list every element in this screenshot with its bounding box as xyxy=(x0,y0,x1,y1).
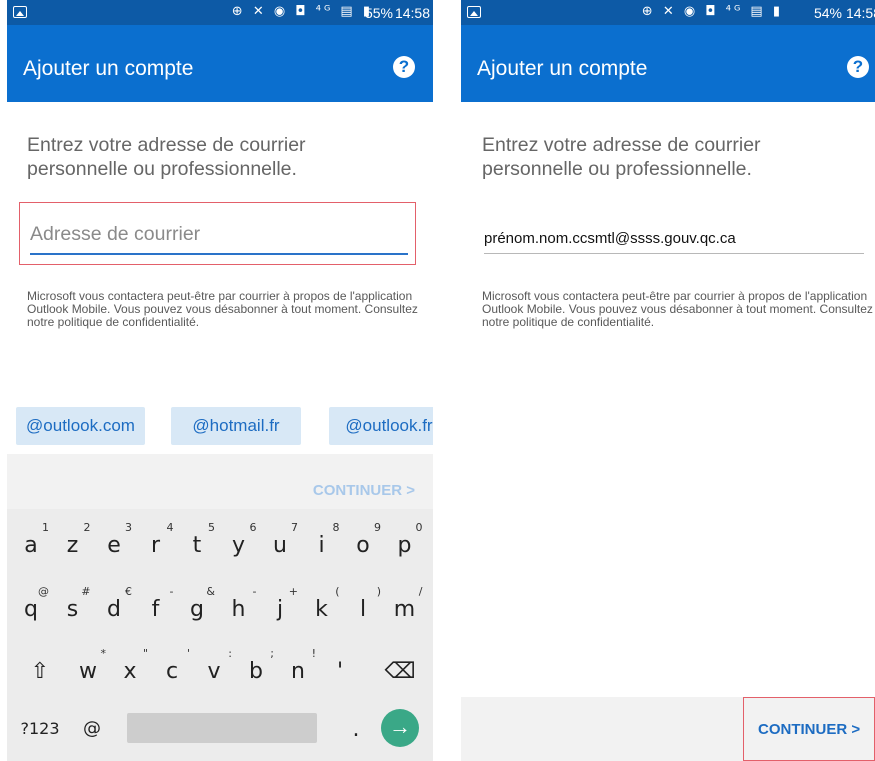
gallery-notification-icon xyxy=(13,6,27,18)
backspace-icon[interactable]: ⌫ xyxy=(381,647,419,693)
at-key[interactable]: @ xyxy=(73,705,111,751)
phone-screen-left: ⊕ ✕ ◉ ◘ ⁴ᴳ ▤ ▮ 55% 14:58 Ajouter un comp… xyxy=(7,0,433,761)
shift-key[interactable]: ⇧ xyxy=(21,647,59,693)
key-q[interactable]: q @ xyxy=(12,585,50,631)
suggestion-hotmail-fr[interactable]: @hotmail.fr xyxy=(171,407,301,445)
suggestion-outlook-com[interactable]: @outlook.com xyxy=(16,407,145,445)
email-field[interactable] xyxy=(30,215,408,255)
key-apostrophe[interactable]: ' xyxy=(321,647,359,693)
key-m[interactable]: m / xyxy=(386,585,424,631)
key-n[interactable]: n! xyxy=(279,647,317,693)
symbols-key[interactable]: ?123 xyxy=(15,705,65,751)
enter-arrow-icon[interactable]: → xyxy=(381,709,419,747)
keyboard-area: CONTINUER > a1z2e3r4t5y6u7i8o9p0 q @ s # d € f… xyxy=(7,454,433,761)
battery-level: 54% xyxy=(813,5,842,21)
key-e[interactable]: e3 xyxy=(95,521,133,567)
status-bar: ⊕ ✕ ◉ ◘ ⁴ᴳ ▤ ▮ 54% 14:58 xyxy=(461,0,875,25)
key-z[interactable]: z2 xyxy=(54,521,92,567)
space-bar[interactable] xyxy=(127,713,317,743)
key-k[interactable]: k( xyxy=(303,585,341,631)
key-d[interactable]: d € xyxy=(95,585,133,631)
continue-button-highlight: CONTINUER > xyxy=(743,697,875,761)
key-x[interactable]: x " xyxy=(111,647,149,693)
key-s[interactable]: s # xyxy=(54,585,92,631)
battery-level: 55% xyxy=(364,5,393,21)
key-l[interactable]: l) xyxy=(344,585,382,631)
help-icon[interactable]: ? xyxy=(847,56,869,78)
key-v[interactable]: v: xyxy=(195,647,233,693)
key-g[interactable]: g & xyxy=(178,585,216,631)
key-a[interactable]: a1 xyxy=(12,521,50,567)
gallery-notification-icon xyxy=(467,6,481,18)
continue-button[interactable]: CONTINUER > xyxy=(758,721,860,738)
status-icons: ⊕ ✕ ◉ ◘ ⁴ᴳ ▤ ▮ xyxy=(641,4,783,19)
period-key[interactable]: . xyxy=(337,705,375,751)
key-p[interactable]: p0 xyxy=(386,521,424,567)
keyboard-row-3: ⇧ ⌫ w * x " c ' v: b; n! ' xyxy=(7,647,433,693)
status-bar: ⊕ ✕ ◉ ◘ ⁴ᴳ ▤ ▮ 55% 14:58 xyxy=(7,0,433,25)
page-title: Ajouter un compte xyxy=(23,57,194,80)
key-w[interactable]: w * xyxy=(69,647,107,693)
key-h[interactable]: h- xyxy=(220,585,258,631)
continue-button-disabled[interactable]: CONTINUER > xyxy=(313,482,415,499)
key-b[interactable]: b; xyxy=(237,647,275,693)
key-c[interactable]: c ' xyxy=(153,647,191,693)
key-r[interactable]: r4 xyxy=(137,521,175,567)
keyboard-row-4: ?123 @ . → xyxy=(7,705,433,751)
status-icons: ⊕ ✕ ◉ ◘ ⁴ᴳ ▤ ▮ xyxy=(231,4,373,19)
app-bar: Ajouter un compte ? xyxy=(7,25,433,102)
page-title: Ajouter un compte xyxy=(477,57,648,80)
key-o[interactable]: o9 xyxy=(344,521,382,567)
privacy-disclaimer: Microsoft vous contactera peut-être par … xyxy=(27,289,418,329)
key-t[interactable]: t5 xyxy=(178,521,216,567)
help-icon[interactable]: ? xyxy=(393,56,415,78)
key-i[interactable]: i8 xyxy=(303,521,341,567)
status-time: 14:58 xyxy=(845,5,875,21)
email-field-highlight xyxy=(19,202,416,265)
bottom-action-bar: CONTINUER > xyxy=(461,697,875,761)
status-time: 14:58 xyxy=(394,5,430,21)
email-prompt: Entrez votre adresse de courrier personn… xyxy=(482,134,761,180)
key-u[interactable]: u7 xyxy=(261,521,299,567)
suggestion-outlook-fr[interactable]: @outlook.fr xyxy=(329,407,433,445)
key-f[interactable]: f- xyxy=(137,585,175,631)
privacy-disclaimer: Microsoft vous contactera peut-être par … xyxy=(482,289,873,329)
email-field[interactable]: prénom.nom.ccsmtl@ssss.gouv.qc.ca xyxy=(484,222,864,254)
app-bar: Ajouter un compte ? xyxy=(461,25,875,102)
keyboard-row-1: a1z2e3r4t5y6u7i8o9p0 xyxy=(7,521,433,567)
keyboard-row-2: q @ s # d € f - g & h - j + k(l) m / xyxy=(7,585,433,631)
key-j[interactable]: j + xyxy=(261,585,299,631)
phone-screen-right: ⊕ ✕ ◉ ◘ ⁴ᴳ ▤ ▮ 54% 14:58 Ajouter un comp… xyxy=(461,0,875,761)
soft-keyboard: a1z2e3r4t5y6u7i8o9p0 q @ s # d € f - g & h - j + k(l) m… xyxy=(7,509,433,761)
key-y[interactable]: y6 xyxy=(220,521,258,567)
email-prompt: Entrez votre adresse de courrier personn… xyxy=(27,134,306,180)
